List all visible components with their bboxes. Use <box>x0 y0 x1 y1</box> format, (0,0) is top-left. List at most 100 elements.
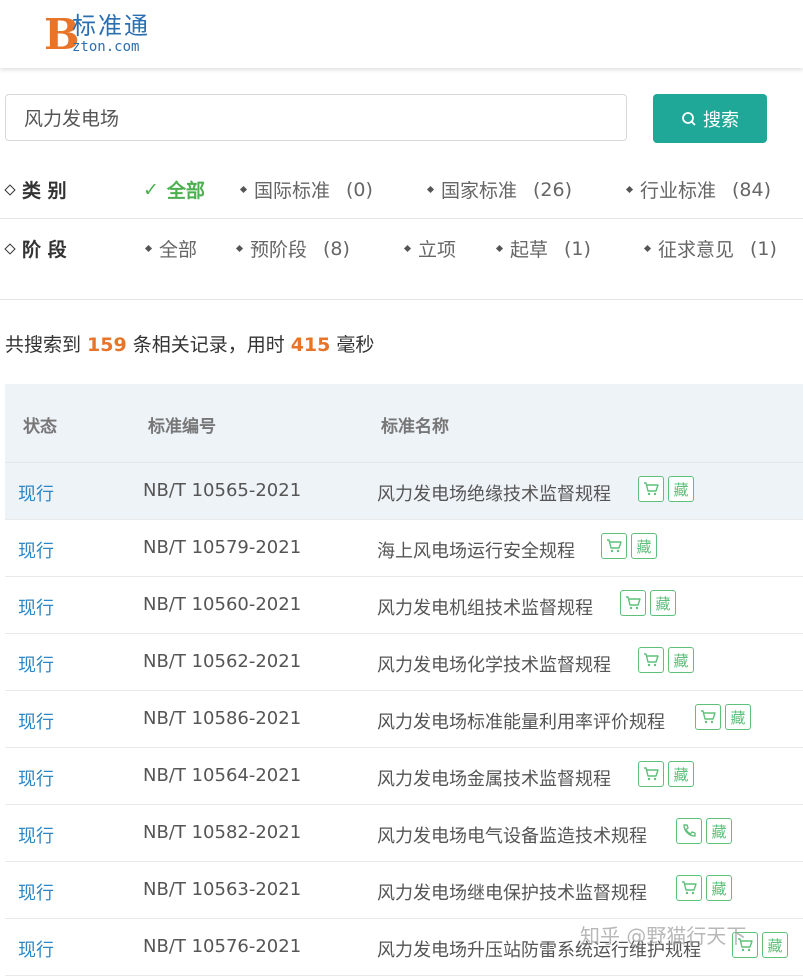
row-actions: 藏 <box>638 761 694 787</box>
site-logo[interactable]: B 标准通 zton.com <box>44 12 174 58</box>
search-button-label: 搜索 <box>703 109 739 131</box>
standard-code: NB/T 10582-2021 <box>143 822 302 843</box>
collect-button[interactable]: 藏 <box>631 533 657 559</box>
diamond-bullet-icon <box>239 185 248 194</box>
standard-code: NB/T 10579-2021 <box>143 537 302 558</box>
row-actions: 藏 <box>620 590 676 616</box>
cart-icon <box>699 708 717 726</box>
standard-code: NB/T 10563-2021 <box>143 879 302 900</box>
site-header: B 标准通 zton.com <box>0 0 803 68</box>
table-row[interactable]: 现行 NB/T 10586-2021 风力发电场标准能量利用率评价规程 藏 <box>5 691 803 748</box>
collect-button[interactable]: 藏 <box>668 647 694 673</box>
standard-name-link[interactable]: 风力发电场化学技术监督规程 <box>377 651 611 677</box>
collect-button[interactable]: 藏 <box>762 932 788 958</box>
diamond-bullet-icon <box>403 244 412 253</box>
collect-button[interactable]: 藏 <box>650 590 676 616</box>
category-option-national[interactable]: 国家标准 (26) <box>426 176 572 203</box>
table-row[interactable]: 现行 NB/T 10564-2021 风力发电场金属技术监督规程 藏 <box>5 748 803 805</box>
status-link[interactable]: 现行 <box>18 936 54 962</box>
cart-icon <box>642 480 660 498</box>
row-actions: 藏 <box>601 533 657 559</box>
header-code: 标准编号 <box>148 417 216 437</box>
standard-name-link[interactable]: 风力发电场电气设备监造技术规程 <box>377 822 647 848</box>
add-to-cart-button[interactable] <box>638 761 664 787</box>
diamond-outline-icon <box>4 242 16 255</box>
collect-button[interactable]: 藏 <box>668 761 694 787</box>
logo-chinese-text: 标准通 <box>72 12 150 40</box>
standard-name-link[interactable]: 风力发电场标准能量利用率评价规程 <box>377 708 665 734</box>
result-summary: 共搜索到 159 条相关记录，用时 415 毫秒 <box>5 334 375 356</box>
row-actions: 藏 <box>676 875 732 901</box>
stage-option-preliminary[interactable]: 预阶段 (8) <box>235 235 350 262</box>
search-input[interactable] <box>24 95 614 140</box>
standard-name-link[interactable]: 风力发电场金属技术监督规程 <box>377 765 611 791</box>
table-row[interactable]: 现行 NB/T 10576-2021 风力发电场升压站防雷系统运行维护规程 藏 <box>5 919 803 976</box>
results-table: 状态 标准编号 标准名称 现行 NB/T 10565-2021 风力发电场绝缘技术监… <box>5 384 803 976</box>
header-status: 状态 <box>23 417 57 437</box>
table-body: 现行 NB/T 10565-2021 风力发电场绝缘技术监督规程藏现行 NB/T 10… <box>5 463 803 976</box>
status-link[interactable]: 现行 <box>18 708 54 734</box>
result-count: 159 <box>87 334 127 356</box>
add-to-cart-button[interactable] <box>732 932 758 958</box>
section-divider <box>0 299 803 300</box>
stage-option-draft[interactable]: 起草 (1) <box>495 235 591 262</box>
diamond-outline-icon <box>4 183 16 196</box>
standard-name-link[interactable]: 风力发电机组技术监督规程 <box>377 594 593 620</box>
cart-icon <box>624 594 642 612</box>
status-link[interactable]: 现行 <box>18 537 54 563</box>
stage-option-all[interactable]: 全部 <box>144 235 197 262</box>
cart-icon <box>642 765 660 783</box>
add-to-cart-button[interactable] <box>638 476 664 502</box>
stage-option-comments[interactable]: 征求意见 (1) <box>643 235 777 262</box>
phone-icon <box>680 822 698 840</box>
status-link[interactable]: 现行 <box>18 765 54 791</box>
table-row[interactable]: 现行 NB/T 10562-2021 风力发电场化学技术监督规程 藏 <box>5 634 803 691</box>
table-row[interactable]: 现行 NB/T 10582-2021 风力发电场电气设备监造技术规程 藏 <box>5 805 803 862</box>
status-link[interactable]: 现行 <box>18 822 54 848</box>
category-option-all[interactable]: ✓ 全部 <box>143 176 205 203</box>
add-to-cart-button[interactable] <box>601 533 627 559</box>
category-option-international[interactable]: 国际标准 (0) <box>239 176 373 203</box>
search-time: 415 <box>290 334 331 356</box>
table-row[interactable]: 现行 NB/T 10563-2021 风力发电场继电保护技术监督规程 藏 <box>5 862 803 919</box>
diamond-bullet-icon <box>495 244 504 253</box>
header-name: 标准名称 <box>381 417 449 437</box>
table-row[interactable]: 现行 NB/T 10579-2021 海上风电场运行安全规程 藏 <box>5 520 803 577</box>
standard-name-link[interactable]: 海上风电场运行安全规程 <box>377 537 575 563</box>
status-link[interactable]: 现行 <box>18 879 54 905</box>
status-link[interactable]: 现行 <box>18 594 54 620</box>
standard-name-link[interactable]: 风力发电场继电保护技术监督规程 <box>377 879 647 905</box>
add-to-cart-button[interactable] <box>695 704 721 730</box>
add-to-cart-button[interactable] <box>620 590 646 616</box>
standard-name-link[interactable]: 风力发电场绝缘技术监督规程 <box>377 480 611 506</box>
diamond-bullet-icon <box>426 185 435 194</box>
search-box[interactable] <box>5 94 627 141</box>
add-to-cart-button[interactable] <box>676 875 702 901</box>
logo-domain-text: zton.com <box>72 39 140 55</box>
table-row[interactable]: 现行 NB/T 10565-2021 风力发电场绝缘技术监督规程 藏 <box>5 463 803 520</box>
diamond-bullet-icon <box>235 244 244 253</box>
category-option-industry[interactable]: 行业标准 (84) <box>625 176 771 203</box>
diamond-bullet-icon <box>625 185 634 194</box>
status-link[interactable]: 现行 <box>18 651 54 677</box>
standard-name-link[interactable]: 风力发电场升压站防雷系统运行维护规程 <box>377 936 701 962</box>
cart-icon <box>680 879 698 897</box>
search-button[interactable]: 搜索 <box>653 94 767 143</box>
cart-icon <box>642 651 660 669</box>
collect-button[interactable]: 藏 <box>706 818 732 844</box>
collect-button[interactable]: 藏 <box>706 875 732 901</box>
collect-button[interactable]: 藏 <box>725 704 751 730</box>
cart-icon <box>736 936 754 954</box>
add-to-cart-button[interactable] <box>638 647 664 673</box>
category-filter-row: 类 别 ✓ 全部 国际标准 (0) 国家标准 (26) 行业标准 (84) <box>0 160 803 219</box>
standard-code: NB/T 10562-2021 <box>143 651 302 672</box>
standard-code: NB/T 10560-2021 <box>143 594 302 615</box>
row-actions: 藏 <box>638 647 694 673</box>
contact-button[interactable] <box>676 818 702 844</box>
table-row[interactable]: 现行 NB/T 10560-2021 风力发电机组技术监督规程 藏 <box>5 577 803 634</box>
collect-button[interactable]: 藏 <box>668 476 694 502</box>
stage-option-project[interactable]: 立项 <box>403 235 456 262</box>
standard-code: NB/T 10586-2021 <box>143 708 302 729</box>
stage-filter-title: 阶 段 <box>4 235 67 262</box>
status-link[interactable]: 现行 <box>18 480 54 506</box>
